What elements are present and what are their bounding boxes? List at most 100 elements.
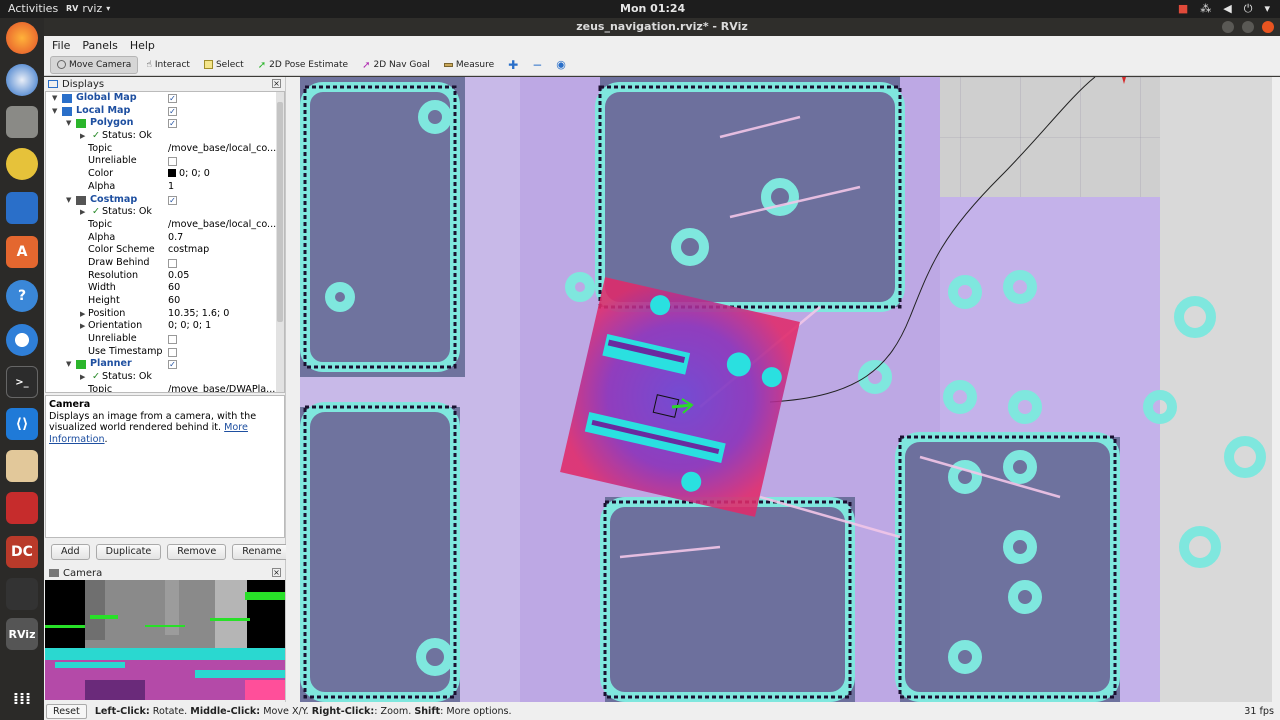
- checkbox[interactable]: [168, 157, 177, 167]
- property-value[interactable]: 0.05: [168, 270, 189, 283]
- property-value[interactable]: costmap: [168, 244, 209, 257]
- minimize-button[interactable]: [1222, 21, 1234, 33]
- rename-button[interactable]: Rename: [232, 544, 292, 560]
- tree-row[interactable]: ▼ Local Map ✓: [46, 105, 284, 118]
- move-camera-tool[interactable]: Move Camera: [50, 55, 139, 74]
- checkbox[interactable]: ✓: [168, 119, 177, 129]
- software-icon[interactable]: A: [6, 236, 38, 268]
- property-value[interactable]: 60: [168, 282, 180, 295]
- property-value[interactable]: 0; 0; 0: [179, 168, 210, 179]
- property-value[interactable]: 0.7: [168, 232, 183, 245]
- tree-row[interactable]: Draw Behind: [46, 257, 284, 270]
- tree-row[interactable]: Topic/move_base/local_co...: [46, 219, 284, 232]
- tree-scrollbar[interactable]: [276, 92, 284, 392]
- remove-button[interactable]: Remove: [167, 544, 227, 560]
- checkbox[interactable]: ✓: [168, 106, 177, 116]
- close-panel-icon[interactable]: ×: [272, 79, 281, 88]
- collapse-arrow-icon[interactable]: ▶: [80, 308, 85, 321]
- tree-row[interactable]: Color Scheme costmap: [46, 244, 284, 257]
- menu-help[interactable]: Help: [130, 39, 155, 52]
- tree-row[interactable]: ▶ Orientation 0; 0; 0; 1: [46, 320, 284, 333]
- writer-icon[interactable]: [6, 192, 38, 224]
- checkbox[interactable]: ✓: [168, 195, 177, 205]
- show-apps-icon[interactable]: ⁞⁞⁞: [6, 682, 38, 714]
- menu-panels[interactable]: Panels: [82, 39, 117, 52]
- tree-row[interactable]: Topic/move_base/DWAPla...: [46, 384, 284, 392]
- displays-tree[interactable]: ▼ Global Map ✓ ▼ Local Map ✓ ▼ Polygon ✓ ▶ ✓ Statu…: [45, 91, 285, 393]
- property-value[interactable]: 10.35; 1.6; 0: [168, 308, 229, 321]
- vscode-icon[interactable]: ⟨⟩: [6, 408, 38, 440]
- collapse-arrow-icon[interactable]: ▶: [80, 320, 85, 333]
- tree-row[interactable]: ▶ Position 10.35; 1.6; 0: [46, 308, 284, 321]
- add-button[interactable]: Add: [51, 544, 90, 560]
- thunderbird-icon[interactable]: [6, 64, 38, 96]
- chromium-icon[interactable]: [6, 324, 38, 356]
- property-value[interactable]: /move_base/local_co...: [168, 219, 276, 232]
- rhythmbox-icon[interactable]: [6, 148, 38, 180]
- tree-row[interactable]: Unreliable: [46, 155, 284, 168]
- pose-estimate-tool[interactable]: ➚ 2D Pose Estimate: [252, 56, 354, 74]
- tree-row[interactable]: ▼ Costmap ✓: [46, 194, 284, 207]
- blender-icon[interactable]: [6, 578, 38, 610]
- rviz-dock-icon[interactable]: RViz: [6, 618, 38, 650]
- checkbox[interactable]: [168, 347, 177, 357]
- expand-arrow-icon[interactable]: ▼: [66, 194, 71, 207]
- tree-row[interactable]: Height 60: [46, 295, 284, 308]
- interact-tool[interactable]: ☝ Interact: [140, 56, 196, 74]
- terminal-icon[interactable]: >_: [6, 366, 38, 398]
- tree-row[interactable]: ▶ ✓ Status: Ok: [46, 371, 284, 384]
- property-value[interactable]: 60: [168, 295, 180, 308]
- property-value[interactable]: /move_base/local_co...: [168, 143, 276, 156]
- expand-arrow-icon[interactable]: ▼: [52, 92, 57, 105]
- reset-button[interactable]: Reset: [46, 703, 87, 719]
- close-button[interactable]: [1262, 21, 1274, 33]
- duplicate-button[interactable]: Duplicate: [95, 544, 162, 560]
- scrollbar-thumb[interactable]: [277, 102, 283, 322]
- window-title-bar[interactable]: zeus_navigation.rviz* - RViz: [44, 18, 1280, 36]
- add-tool-button[interactable]: ✚: [502, 56, 524, 74]
- checkbox[interactable]: ✓: [168, 360, 177, 370]
- render-view[interactable]: [300, 77, 1272, 702]
- checkbox[interactable]: ✓: [168, 94, 177, 103]
- tree-row[interactable]: Color 0; 0; 0: [46, 168, 284, 181]
- select-tool[interactable]: Select: [198, 56, 250, 74]
- expand-arrow-icon[interactable]: ▼: [52, 105, 57, 118]
- docker-icon[interactable]: DC: [6, 536, 38, 568]
- collapse-arrow-icon[interactable]: ▶: [80, 206, 85, 219]
- tree-row[interactable]: ▼ Polygon ✓: [46, 117, 284, 130]
- collapse-arrow-icon[interactable]: ▶: [80, 130, 85, 143]
- tree-row[interactable]: Alpha 1: [46, 181, 284, 194]
- expand-arrow-icon[interactable]: ▼: [66, 117, 71, 130]
- activities-button[interactable]: Activities: [8, 2, 58, 15]
- tree-row[interactable]: Width 60: [46, 282, 284, 295]
- clock[interactable]: Mon 01:24: [620, 2, 685, 15]
- nav-goal-tool[interactable]: ➚ 2D Nav Goal: [356, 56, 436, 74]
- tree-row[interactable]: Resolution 0.05: [46, 270, 284, 283]
- remove-tool-button[interactable]: −: [526, 56, 548, 74]
- system-monitor-icon[interactable]: [6, 492, 38, 524]
- panel-splitter[interactable]: [286, 77, 300, 702]
- tree-row[interactable]: ▶ ✓ Status: Ok: [46, 206, 284, 219]
- firefox-icon[interactable]: [6, 22, 38, 54]
- checkbox[interactable]: [168, 335, 177, 345]
- checkbox[interactable]: [168, 258, 177, 268]
- close-panel-icon[interactable]: ×: [272, 568, 281, 577]
- tree-row[interactable]: Use Timestamp: [46, 346, 284, 359]
- view-side-handle[interactable]: [1272, 77, 1280, 702]
- menu-file[interactable]: File: [52, 39, 70, 52]
- property-value[interactable]: 0; 0; 0; 1: [168, 320, 211, 333]
- maps-icon[interactable]: [6, 450, 38, 482]
- tree-row[interactable]: Alpha 0.7: [46, 232, 284, 245]
- app-menu[interactable]: RV rviz ▾: [66, 2, 110, 15]
- files-icon[interactable]: [6, 106, 38, 138]
- measure-tool[interactable]: Measure: [438, 56, 500, 74]
- help-icon[interactable]: ?: [6, 280, 38, 312]
- tree-row[interactable]: ▼ Planner ✓: [46, 358, 284, 371]
- tree-row[interactable]: ▼ Global Map ✓: [46, 92, 284, 105]
- eye-icon[interactable]: ◉: [550, 56, 572, 74]
- system-tray[interactable]: ■ ⁂ ◀ ⏻ ▾: [1178, 2, 1270, 16]
- property-value[interactable]: /move_base/DWAPla...: [168, 384, 275, 392]
- property-value[interactable]: 1: [168, 181, 174, 194]
- tree-row[interactable]: ▶ ✓ Status: Ok: [46, 130, 284, 143]
- expand-arrow-icon[interactable]: ▼: [66, 358, 71, 371]
